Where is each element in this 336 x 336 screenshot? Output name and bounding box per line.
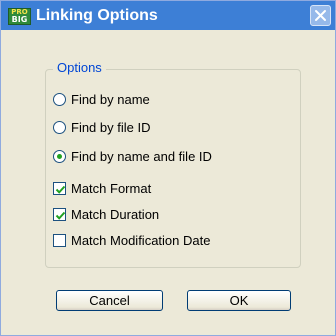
checkbox-checked[interactable] [53,181,66,195]
options-group-label: Options [53,60,106,75]
app-icon-bottom-text: BIG [11,15,28,24]
checkbox-match-format[interactable]: Match Format [53,179,151,197]
checkbox-checked[interactable] [53,207,66,221]
checkbox-label: Match Format [71,180,152,196]
radio-find-by-name-and-file-id[interactable]: Find by name and file ID [53,147,212,165]
check-mark-icon [55,185,66,194]
radio-label: Find by name [71,91,150,107]
checkbox-label: Match Modification Date [71,232,211,248]
radio-label: Find by name and file ID [71,148,212,164]
checkbox-match-modification-date[interactable]: Match Modification Date [53,231,210,249]
radio-label: Find by file ID [71,119,151,135]
close-x-icon [315,10,326,21]
radio-button[interactable] [53,120,66,134]
checkbox-label: Match Duration [71,206,160,222]
radio-find-by-name[interactable]: Find by name [53,90,150,108]
linking-options-dialog: PRO BIG Linking Options Options Find by … [0,0,336,336]
cancel-button[interactable]: Cancel [56,290,163,311]
close-button[interactable] [310,5,331,26]
radio-button-selected[interactable] [53,149,66,163]
window-title: Linking Options [36,7,158,24]
pro-app-icon: PRO BIG [8,8,31,25]
radio-find-by-file-id[interactable]: Find by file ID [53,118,150,136]
ok-button[interactable]: OK [187,290,291,311]
checkbox-unchecked[interactable] [53,233,66,247]
checkbox-match-duration[interactable]: Match Duration [53,205,159,223]
radio-button[interactable] [53,92,66,106]
title-bar[interactable]: PRO BIG Linking Options [1,1,335,30]
check-mark-icon [55,211,66,220]
